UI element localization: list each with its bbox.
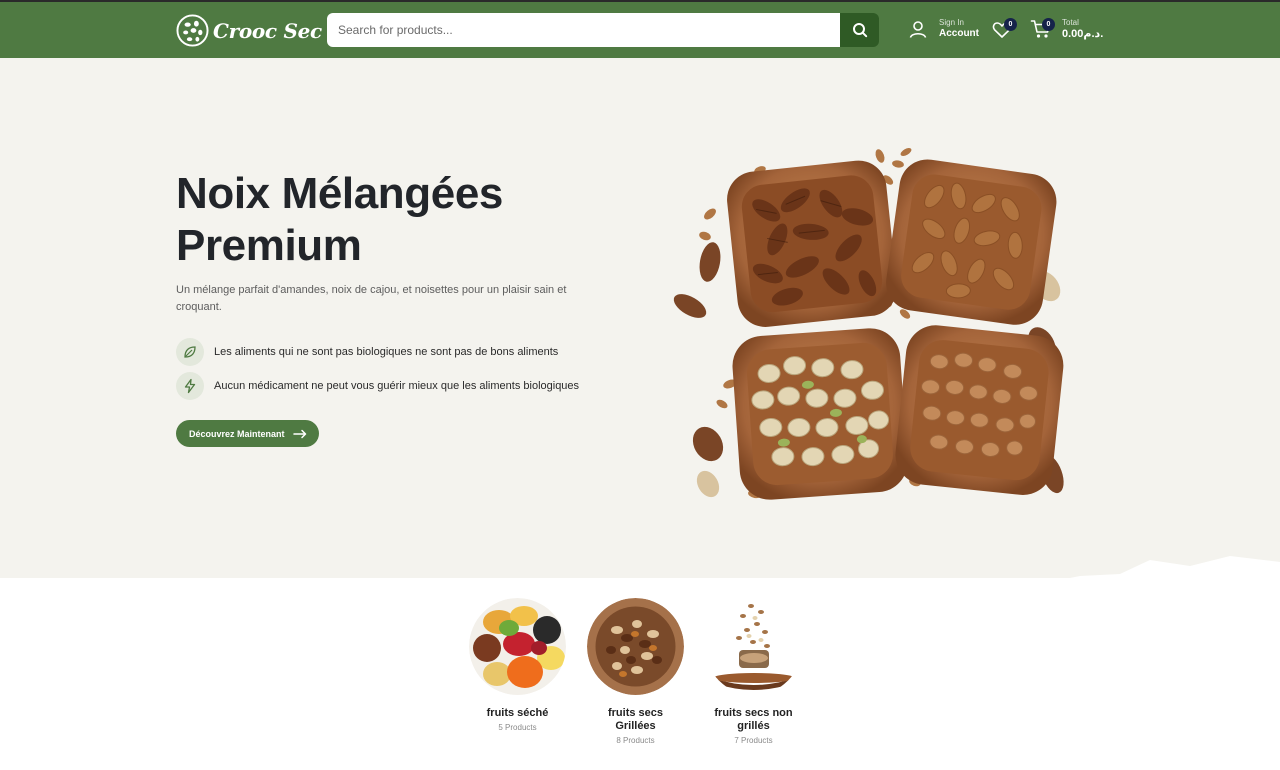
hero-title-line2: Premium xyxy=(176,221,362,270)
search-icon xyxy=(852,23,867,38)
cart-button[interactable]: 0 Total 0.00د.م. xyxy=(1030,18,1103,45)
category-dried-fruits[interactable]: fruits séché 5 Products xyxy=(469,598,566,745)
category-image xyxy=(705,598,802,695)
leaf-icon xyxy=(176,338,204,366)
search-input[interactable] xyxy=(327,13,840,47)
category-unroasted-nuts[interactable]: fruits secs non grillés 7 Products xyxy=(705,598,802,745)
hero-feature-text: Aucun médicament ne peut vous guérir mie… xyxy=(214,380,580,392)
cart-total-label: Total xyxy=(1062,18,1079,27)
category-name: fruits séché xyxy=(486,707,549,719)
category-image xyxy=(587,598,684,695)
search-bar xyxy=(327,13,879,47)
hero-feature-medicine: Aucun médicament ne peut vous guérir mie… xyxy=(176,372,579,400)
account-label: Account xyxy=(939,28,979,39)
cart-count-badge: 0 xyxy=(1042,18,1055,31)
logo[interactable]: Crooc Sec xyxy=(176,14,322,47)
category-count: 7 Products xyxy=(734,736,773,745)
hero-feature-text: Les aliments qui ne sont pas biologiques… xyxy=(214,346,559,358)
category-count: 5 Products xyxy=(498,723,537,732)
user-icon xyxy=(909,21,927,38)
wishlist-button[interactable]: 0 xyxy=(992,18,1017,44)
search-button[interactable] xyxy=(840,13,879,47)
hero-section: Noix Mélangées Premium Un mélange parfai… xyxy=(0,58,1280,638)
category-list: fruits séché 5 Products fruits secs Gril… xyxy=(469,598,802,745)
category-image xyxy=(469,598,566,695)
site-header: Crooc Sec Sign In Account 0 xyxy=(0,0,1280,58)
account-signin-label: Sign In xyxy=(939,18,964,27)
account-link[interactable]: Sign In Account xyxy=(908,18,979,40)
lightning-icon xyxy=(176,372,204,400)
cta-label: Découvrez Maintenant xyxy=(189,428,285,439)
brand-name: Crooc Sec xyxy=(213,18,322,43)
category-name: fruits secs Grillées xyxy=(607,707,664,732)
category-name: fruits secs non grillés xyxy=(714,707,793,732)
category-roasted-nuts[interactable]: fruits secs Grillées 8 Products xyxy=(587,598,684,745)
hero-title: Noix Mélangées Premium xyxy=(176,168,596,272)
wishlist-count-badge: 0 xyxy=(1004,18,1017,31)
cart-total-value: 0.00د.م. xyxy=(1062,28,1104,40)
category-count: 8 Products xyxy=(616,736,655,745)
mixed-nuts-image xyxy=(673,148,1064,500)
hero-title-line1: Noix Mélangées xyxy=(176,169,503,218)
arrow-right-icon xyxy=(292,429,306,438)
hero-description: Un mélange parfait d'amandes, noix de ca… xyxy=(176,284,567,313)
hero-feature-organic: Les aliments qui ne sont pas biologiques… xyxy=(176,338,558,366)
logo-mark-icon xyxy=(176,14,209,47)
discover-now-button[interactable]: Découvrez Maintenant xyxy=(176,420,319,447)
